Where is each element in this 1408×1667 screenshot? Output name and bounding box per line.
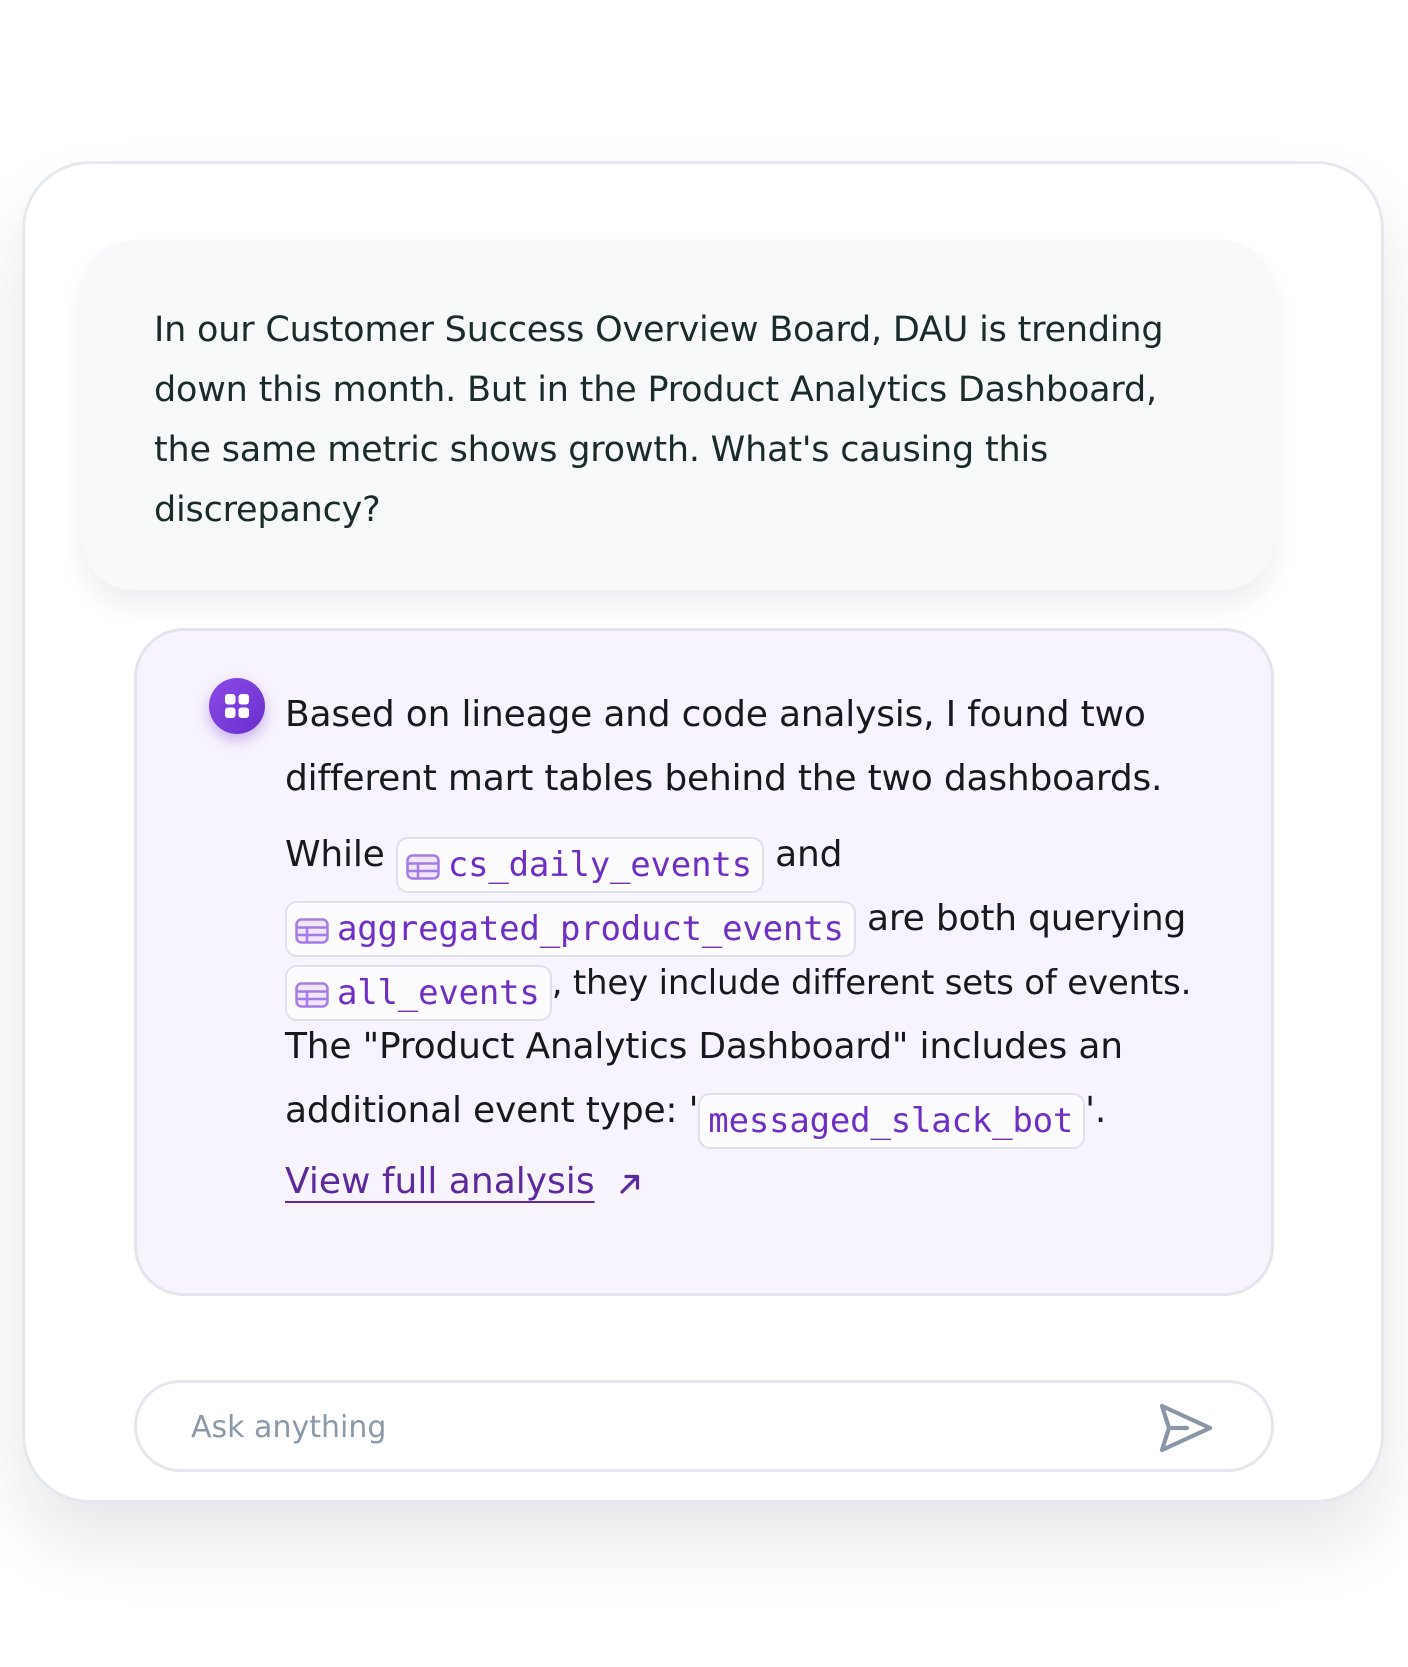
grid-logo-icon: [209, 678, 265, 734]
table-icon: [406, 854, 440, 880]
event-chip-messaged-slack-bot: messaged_slack_bot: [698, 1093, 1086, 1149]
table-chip-aggregated-product-events[interactable]: aggregated_product_events: [285, 901, 856, 957]
assistant-explanation: While cs_daily_events and aggregated_pro…: [285, 823, 1275, 1149]
user-message-line: In our Customer Success Overview Board, …: [154, 310, 1164, 350]
table-icon: [295, 982, 329, 1008]
send-button[interactable]: [1157, 1401, 1215, 1455]
ask-input[interactable]: [189, 1401, 1093, 1453]
user-message-line: down this month. But in the Product Anal…: [154, 370, 1157, 410]
user-message-line: discrepancy?: [154, 490, 381, 530]
text-dashboard-line: The "Product Analytics Dashboard" includ…: [285, 1026, 1123, 1067]
user-message: In our Customer Success Overview Board, …: [82, 240, 1274, 590]
assistant-message: Based on lineage and code analysis, I fo…: [134, 628, 1274, 1296]
table-name: cs_daily_events: [447, 845, 752, 885]
text-event-type-suffix: '.: [1085, 1090, 1107, 1131]
table-chip-all-events[interactable]: all_events: [285, 965, 552, 1021]
event-name: messaged_slack_bot: [708, 1101, 1074, 1141]
arrow-up-right-icon: [620, 1174, 640, 1194]
composer: [134, 1380, 1274, 1472]
table-name: aggregated_product_events: [337, 909, 844, 949]
text-event-type-prefix: additional event type: ': [285, 1090, 699, 1131]
text-and: and: [775, 834, 843, 875]
user-message-text: In our Customer Success Overview Board, …: [154, 300, 1212, 540]
assistant-intro: Based on lineage and code analysis, I fo…: [285, 683, 1275, 811]
view-full-analysis-link-row: View full analysis: [285, 1161, 640, 1202]
assistant-intro-line: different mart tables behind the two das…: [285, 758, 1163, 799]
assistant-message-body: Based on lineage and code analysis, I fo…: [285, 683, 1275, 1149]
table-chip-cs-daily-events[interactable]: cs_daily_events: [395, 837, 764, 893]
text-different-sets: , they include different sets of events.: [551, 963, 1192, 1003]
view-full-analysis-link[interactable]: View full analysis: [285, 1161, 595, 1202]
assistant-intro-line: Based on lineage and code analysis, I fo…: [285, 694, 1146, 735]
text-while: While: [285, 834, 385, 875]
table-name: all_events: [337, 973, 540, 1013]
send-icon: [1159, 1403, 1213, 1453]
user-message-line: the same metric shows growth. What's cau…: [154, 430, 1049, 470]
table-icon: [295, 918, 329, 944]
text-both-querying: are both querying: [867, 898, 1187, 939]
